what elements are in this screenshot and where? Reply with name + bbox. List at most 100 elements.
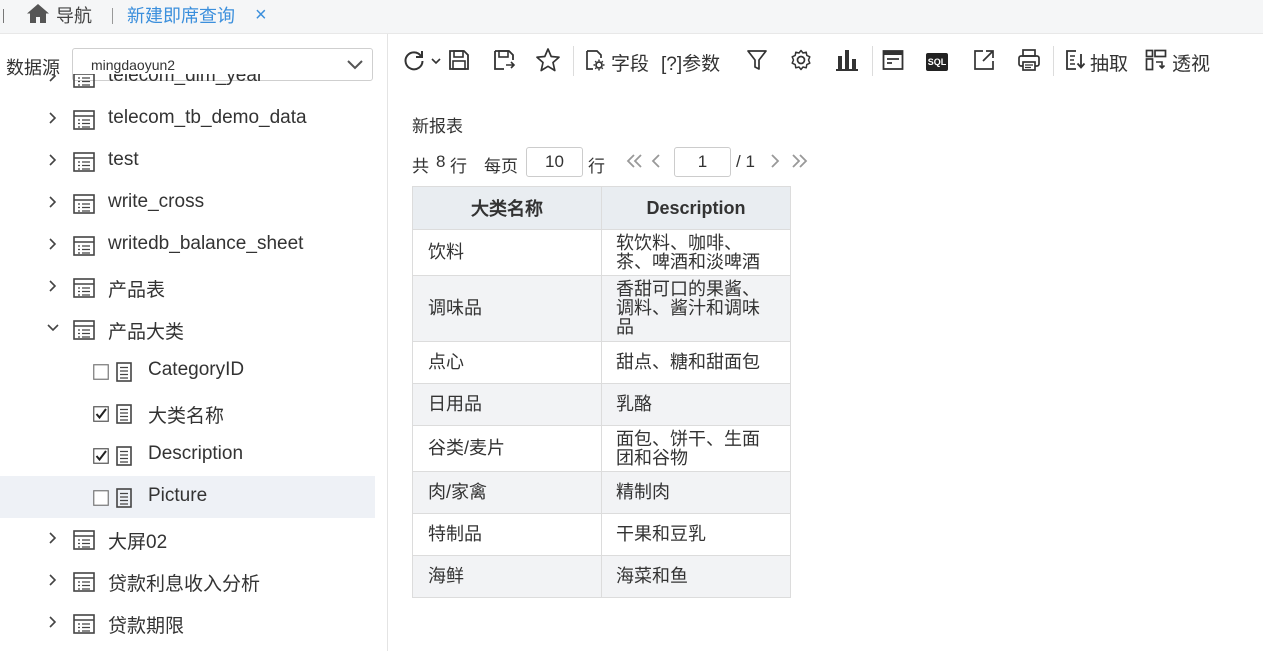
home-icon [26,2,50,29]
per-page-label: 每页 [484,157,518,176]
chevron-right-icon[interactable] [46,573,60,592]
tree-table-item[interactable]: telecom_tb_demo_data [0,98,375,140]
tab-new-adhoc-query[interactable]: 新建即席查询 [127,2,235,28]
tree-table-item[interactable]: writedb_balance_sheet [0,224,375,266]
tree-item-label: 贷款利息收入分析 [108,574,261,595]
field-icon [116,488,132,513]
page-size-input[interactable] [526,147,583,177]
table-row[interactable]: 点心 甜点、糖和甜面包 [412,341,791,384]
settings-button[interactable] [789,46,813,78]
table-row[interactable]: 肉/家禽 精制肉 [412,471,791,514]
table-icon [73,614,95,639]
checkbox[interactable] [93,364,109,385]
chevron-right-icon[interactable] [46,531,60,550]
filter-button[interactable] [745,46,769,78]
chevron-down-icon[interactable] [46,321,60,340]
favorite-button[interactable] [535,46,561,78]
params-label: [?]参数 [661,53,721,75]
tree-item-label: 产品表 [108,280,166,301]
refresh-icon [402,48,426,77]
chevron-right-icon[interactable] [46,153,60,172]
category-name-cell: 肉/家禽 [412,471,602,514]
tree-table-item[interactable]: write_cross [0,182,375,224]
export-icon [972,48,996,77]
close-icon[interactable]: × [255,3,267,27]
datasource-value: mingdaoyun2 [91,57,176,73]
first-page-icon[interactable] [625,151,645,176]
column-header[interactable]: Description [601,186,791,230]
prev-page-icon[interactable] [648,151,664,176]
table-row[interactable]: 特制品 干果和豆乳 [412,513,791,556]
column-header[interactable]: 大类名称 [412,186,602,230]
chart-button[interactable] [834,46,860,78]
nav-home-tab[interactable]: 导航 [26,2,92,28]
table-row[interactable]: 饮料 软饮料、咖啡、茶、啤酒和淡啤酒 [412,229,791,276]
tree-item-label: test [108,149,139,170]
fields-button[interactable]: 字段 [583,46,649,78]
total-prefix: 共 [412,157,429,176]
fields-label: 字段 [611,53,650,75]
page-total: / 1 [736,152,755,171]
layout-icon [881,48,905,77]
tree-table-item[interactable]: test [0,140,375,182]
tree-field-item[interactable]: Picture [0,476,375,518]
extract-label: 抽取 [1090,53,1129,75]
table-row[interactable]: 调味品 香甜可口的果酱、调料、酱汁和调味品 [412,275,791,342]
tree-table-item[interactable]: 贷款利息收入分析 [0,560,375,602]
save-button[interactable] [447,46,471,78]
description-cell: 乳酪 [601,383,791,426]
params-button[interactable]: [?]参数 [661,46,720,78]
sql-button[interactable]: SQL [926,46,948,78]
datasource-panel: 数据源 mingdaoyun2 telecom_dim_year telecom_… [0,34,388,651]
table-icon [73,152,95,177]
chevron-right-icon[interactable] [46,111,60,130]
chevron-right-icon[interactable] [46,195,60,214]
tree-table-item[interactable]: 贷款期限 [0,602,375,644]
tree-field-item[interactable]: CategoryID [0,350,375,392]
layout-button[interactable] [881,46,905,78]
tree-table-item[interactable]: telecom_dim_year [0,74,375,98]
table-row[interactable]: 日用品 乳酪 [412,383,791,426]
current-page-input[interactable] [674,147,731,177]
bar-chart-icon [834,47,860,78]
tree-field-item[interactable]: 大类名称 [0,392,375,434]
tree-item-label: 产品大类 [108,322,185,343]
chevron-right-icon[interactable] [46,74,60,88]
tree-table-item[interactable]: 产品表 [0,266,375,308]
chevron-right-icon[interactable] [46,279,60,298]
description-cell: 面包、饼干、生面团和谷物 [601,425,791,472]
category-name-cell: 调味品 [412,275,602,342]
save-as-button[interactable] [492,46,516,78]
chevron-right-icon[interactable] [46,237,60,256]
tree-field-item[interactable]: Description [0,434,375,476]
export-button[interactable] [972,46,996,78]
report-area: 字段 [?]参数 SQL 抽取 透视 新报表 共 8 行 每页 10 行 1 /… [388,34,1263,651]
extract-icon [1064,48,1086,77]
tree-table-item[interactable]: 产品大类 [0,308,375,350]
save-as-icon [492,48,516,77]
next-page-icon[interactable] [767,151,783,176]
pivot-button[interactable]: 透视 [1144,46,1210,78]
fields-settings-icon [583,48,607,77]
table-row[interactable]: 海鲜 海菜和鱼 [412,555,791,598]
tree-item-label: Description [148,443,244,464]
checkbox-checked[interactable] [93,448,109,469]
table-icon [73,194,95,219]
report-table: 大类名称 Description 饮料 软饮料、咖啡、茶、啤酒和淡啤酒 调味品 香甜可… [412,186,791,598]
tab-divider [3,9,4,23]
tree-item-label: writedb_balance_sheet [108,233,304,254]
pagination-bar: 共 8 行 每页 行 / 1 [412,147,832,177]
checkbox-checked[interactable] [93,406,109,427]
checkbox[interactable] [93,490,109,511]
category-name-cell: 点心 [412,341,602,384]
table-row[interactable]: 谷类/麦片 面包、饼干、生面团和谷物 [412,425,791,472]
tree-item-label: 贷款期限 [108,616,185,637]
refresh-button[interactable] [402,46,442,78]
chevron-right-icon[interactable] [46,615,60,634]
extract-button[interactable]: 抽取 [1064,46,1128,78]
tree-table-item[interactable]: 大屏02 [0,518,375,560]
rows-label: 行 [588,157,605,176]
category-name-cell: 海鲜 [412,555,602,598]
print-button[interactable] [1016,46,1042,78]
last-page-icon[interactable] [789,151,809,176]
